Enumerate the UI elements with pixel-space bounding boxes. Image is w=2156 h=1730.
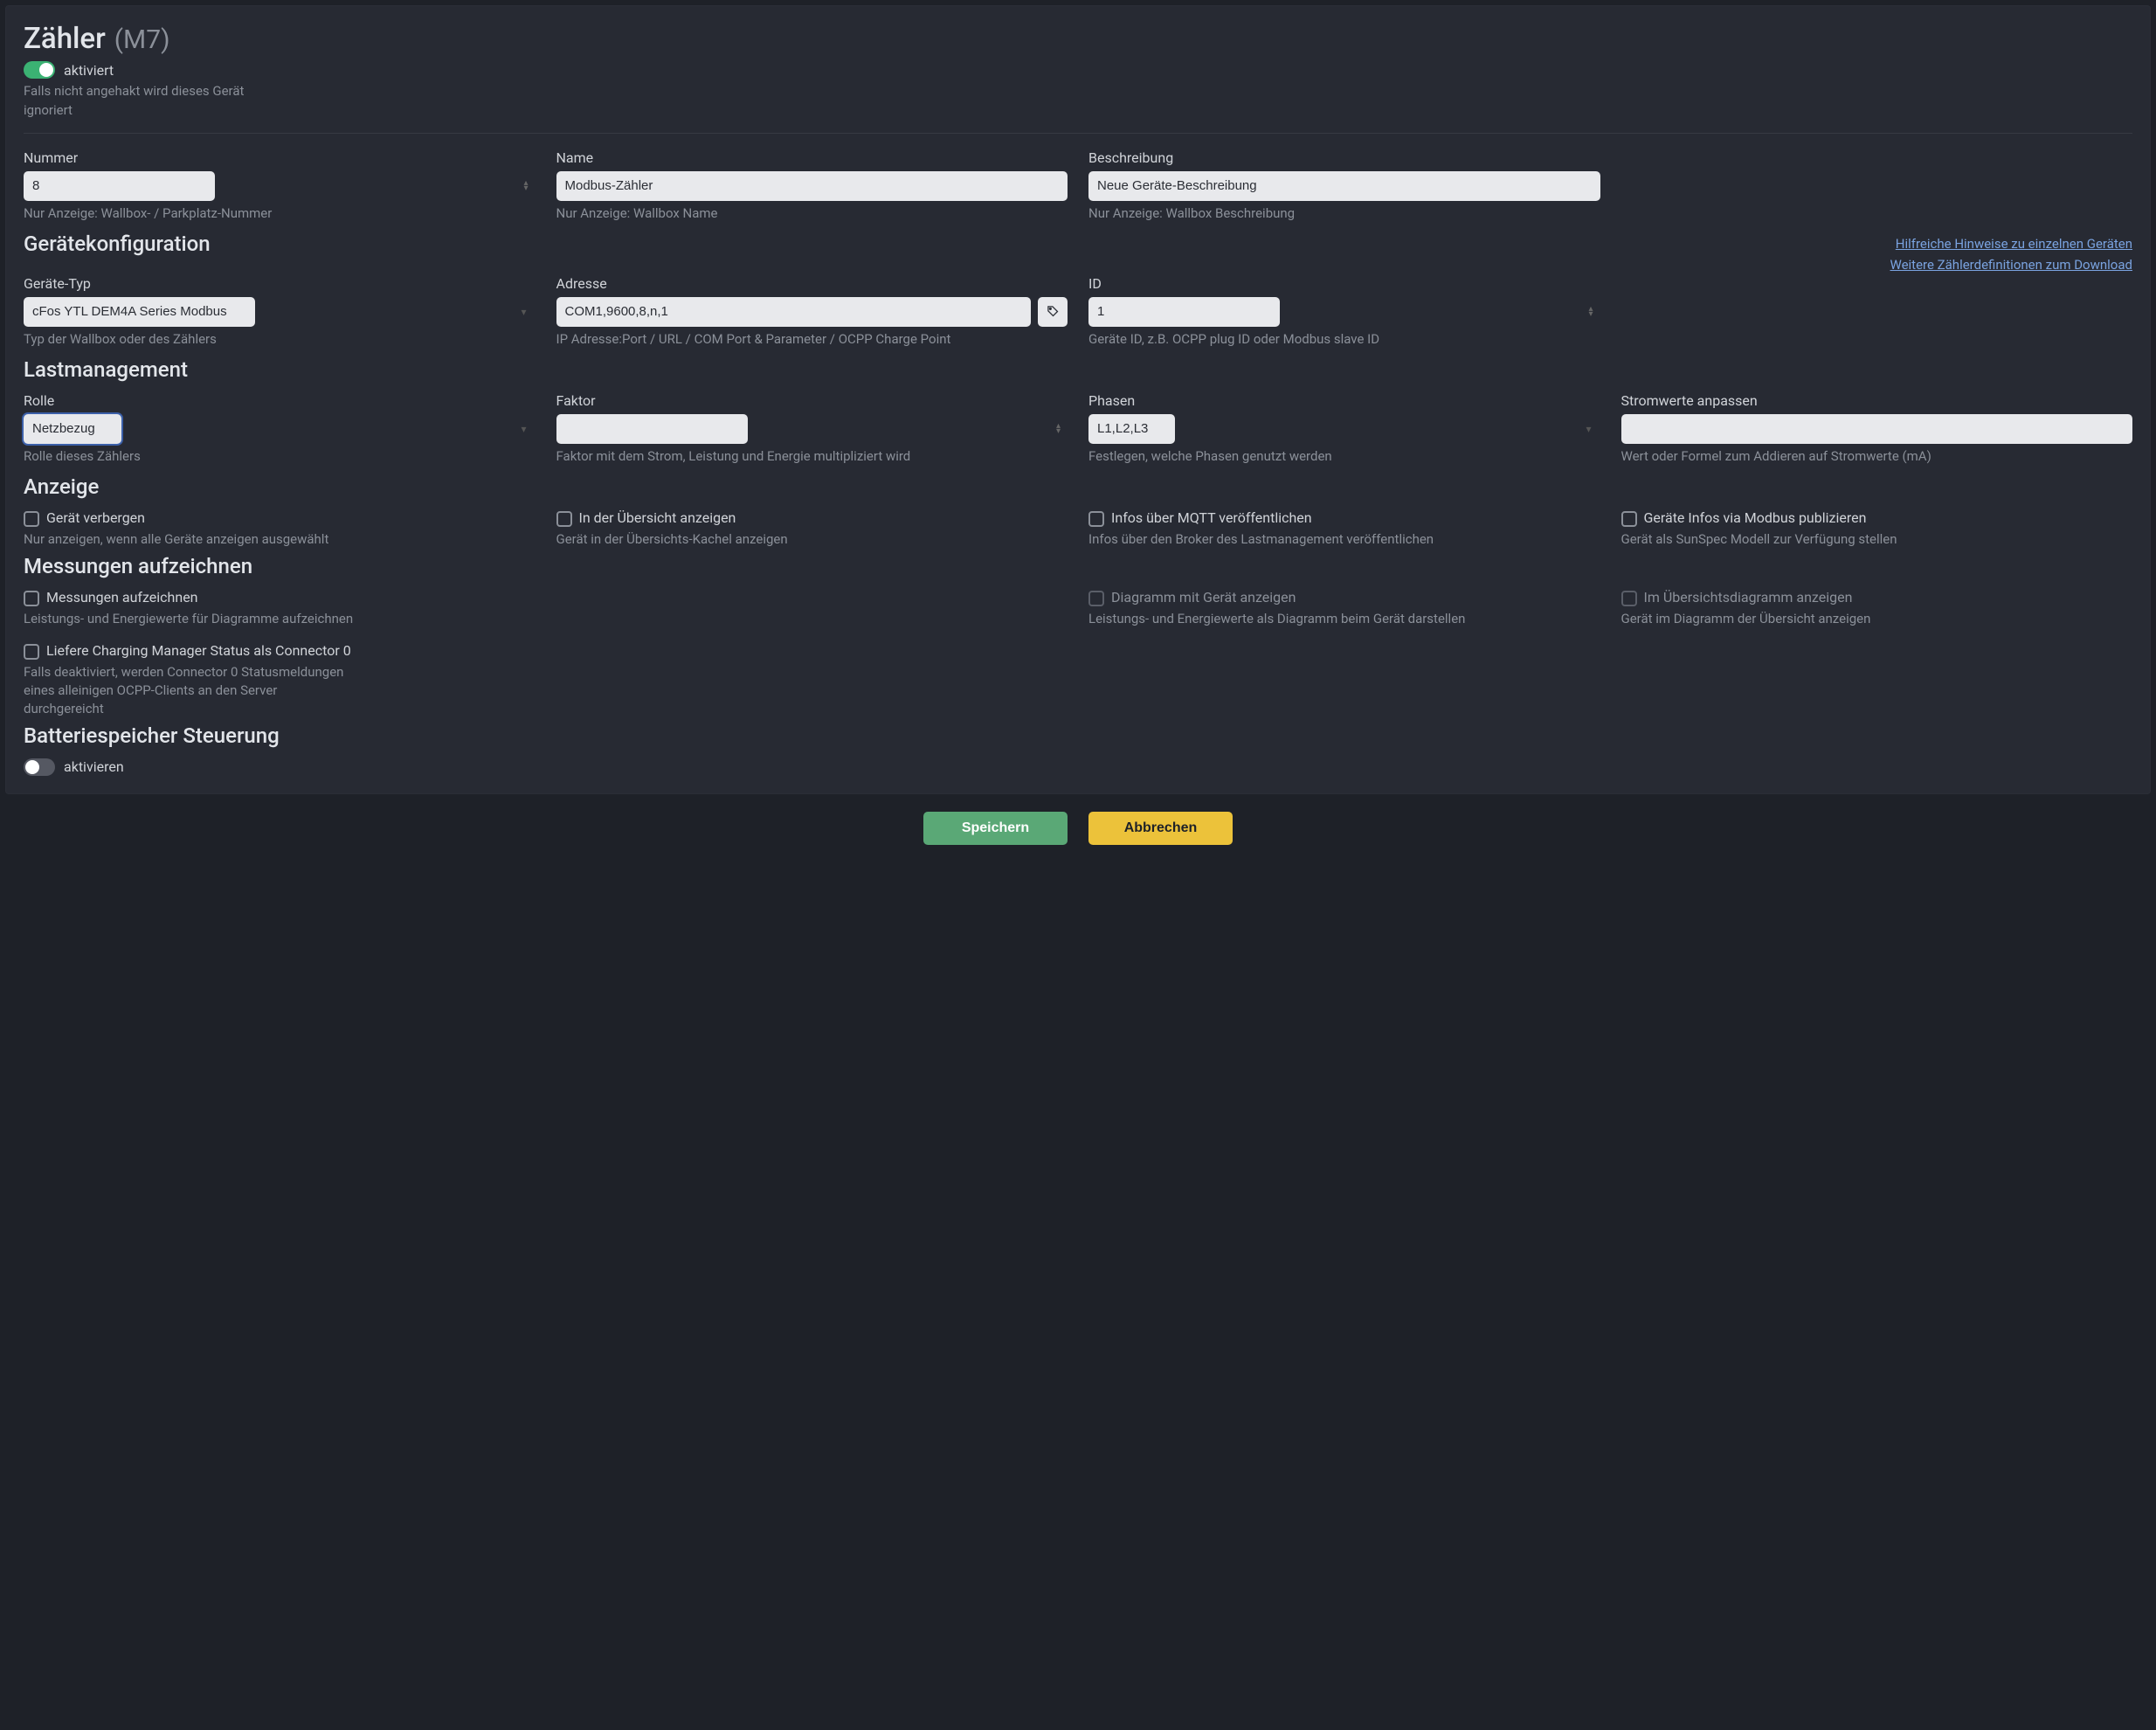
rolle-select[interactable]: Netzbezug [24,414,121,444]
nummer-help: Nur Anzeige: Wallbox- / Parkplatz-Nummer [24,204,536,223]
strom-label: Stromwerte anpassen [1621,392,2133,409]
section-anzeige-title: Anzeige [24,474,2132,499]
cancel-button[interactable]: Abbrechen [1088,812,1233,845]
geraete-typ-help: Typ der Wallbox oder des Zählers [24,330,536,349]
rolle-help: Rolle dieses Zählers [24,447,536,466]
adresse-label: Adresse [556,275,1068,292]
section-mess-title: Messungen aufzeichnen [24,554,2132,578]
overview-diagram-help: Gerät im Diagramm der Übersicht anzeigen [1621,610,2133,628]
id-help: Geräte ID, z.B. OCPP plug ID oder Modbus… [1088,330,1600,349]
connector0-label: Liefere Charging Manager Status als Conn… [46,642,351,659]
record-checkbox[interactable] [24,591,39,606]
id-label: ID [1088,275,1600,292]
device-settings-panel: Zähler (M7) aktiviert Falls nicht angeha… [5,5,2151,794]
faktor-help: Faktor mit dem Strom, Leistung und Energ… [556,447,1068,466]
beschreibung-input[interactable] [1088,171,1600,201]
name-label: Name [556,149,1068,166]
nummer-input[interactable] [24,171,215,201]
strom-input[interactable] [1621,414,2133,444]
faktor-label: Faktor [556,392,1068,409]
diagram-help: Leistungs- und Energiewerte als Diagramm… [1088,610,1600,628]
hide-device-checkbox[interactable] [24,511,39,527]
enabled-toggle[interactable] [24,61,55,79]
save-button[interactable]: Speichern [923,812,1068,845]
nummer-label: Nummer [24,149,536,166]
footer-actions: Speichern Abbrechen [0,799,2156,862]
connector0-checkbox[interactable] [24,644,39,660]
diagram-checkbox[interactable] [1088,591,1104,606]
overview-label: In der Übersicht anzeigen [579,509,736,526]
modbus-checkbox[interactable] [1621,511,1637,527]
battery-enable-label: aktivieren [64,758,124,775]
adresse-tag-button[interactable] [1038,297,1068,327]
name-help: Nur Anzeige: Wallbox Name [556,204,1068,223]
modbus-help: Gerät als SunSpec Modell zur Verfügung s… [1621,530,2133,549]
page-title: Zähler [24,22,106,56]
enabled-label: aktiviert [64,62,114,79]
modbus-label: Geräte Infos via Modbus publizieren [1644,509,1867,526]
page-subtitle: (M7) [114,24,170,55]
link-meter-defs[interactable]: Weitere Zählerdefinitionen zum Download [1890,254,2133,275]
section-last-title: Lastmanagement [24,357,2132,382]
phasen-select[interactable]: L1,L2,L3 [1088,414,1175,444]
overview-checkbox[interactable] [556,511,572,527]
id-input[interactable] [1088,297,1280,327]
section-battery-title: Batteriespeicher Steuerung [24,723,2132,748]
overview-help: Gerät in der Übersichts-Kachel anzeigen [556,530,1068,549]
tag-icon [1047,305,1060,318]
beschreibung-help: Nur Anzeige: Wallbox Beschreibung [1088,204,1600,223]
chevron-down-icon: ▾ [521,306,526,318]
battery-enable-toggle[interactable] [24,758,55,776]
record-help: Leistungs- und Energiewerte für Diagramm… [24,610,536,628]
connector0-help: Falls deaktiviert, werden Connector 0 St… [24,663,356,718]
chevron-down-icon: ▾ [1586,423,1591,435]
overview-diagram-label: Im Übersichtsdiagramm anzeigen [1644,589,1853,606]
enabled-help: Falls nicht angehakt wird dieses Gerät i… [24,82,251,121]
name-input[interactable] [556,171,1068,201]
stepper-icon: ▴▾ [1588,307,1593,317]
section-config-title: Gerätekonfiguration [24,232,211,256]
stepper-icon: ▴▾ [1056,424,1061,434]
adresse-help: IP Adresse:Port / URL / COM Port & Param… [556,330,1068,349]
beschreibung-label: Beschreibung [1088,149,1600,166]
mqtt-checkbox[interactable] [1088,511,1104,527]
strom-help: Wert oder Formel zum Addieren auf Stromw… [1621,447,2133,466]
chevron-down-icon: ▾ [521,423,526,435]
geraete-typ-label: Geräte-Typ [24,275,536,292]
rolle-label: Rolle [24,392,536,409]
link-device-hints[interactable]: Hilfreiche Hinweise zu einzelnen Geräten [1890,233,2133,254]
diagram-label: Diagramm mit Gerät anzeigen [1111,589,1296,606]
hide-device-help: Nur anzeigen, wenn alle Geräte anzeigen … [24,530,536,549]
faktor-input[interactable] [556,414,748,444]
phasen-help: Festlegen, welche Phasen genutzt werden [1088,447,1600,466]
hide-device-label: Gerät verbergen [46,509,145,526]
title-row: Zähler (M7) [24,22,2132,56]
geraete-typ-select[interactable]: cFos YTL DEM4A Series Modbus [24,297,255,327]
adresse-input[interactable] [556,297,1032,327]
overview-diagram-checkbox[interactable] [1621,591,1637,606]
mqtt-help: Infos über den Broker des Lastmanagement… [1088,530,1600,549]
mqtt-label: Infos über MQTT veröffentlichen [1111,509,1312,526]
record-label: Messungen aufzeichnen [46,589,198,606]
phasen-label: Phasen [1088,392,1600,409]
divider [24,133,2132,134]
stepper-icon: ▴▾ [523,181,528,191]
